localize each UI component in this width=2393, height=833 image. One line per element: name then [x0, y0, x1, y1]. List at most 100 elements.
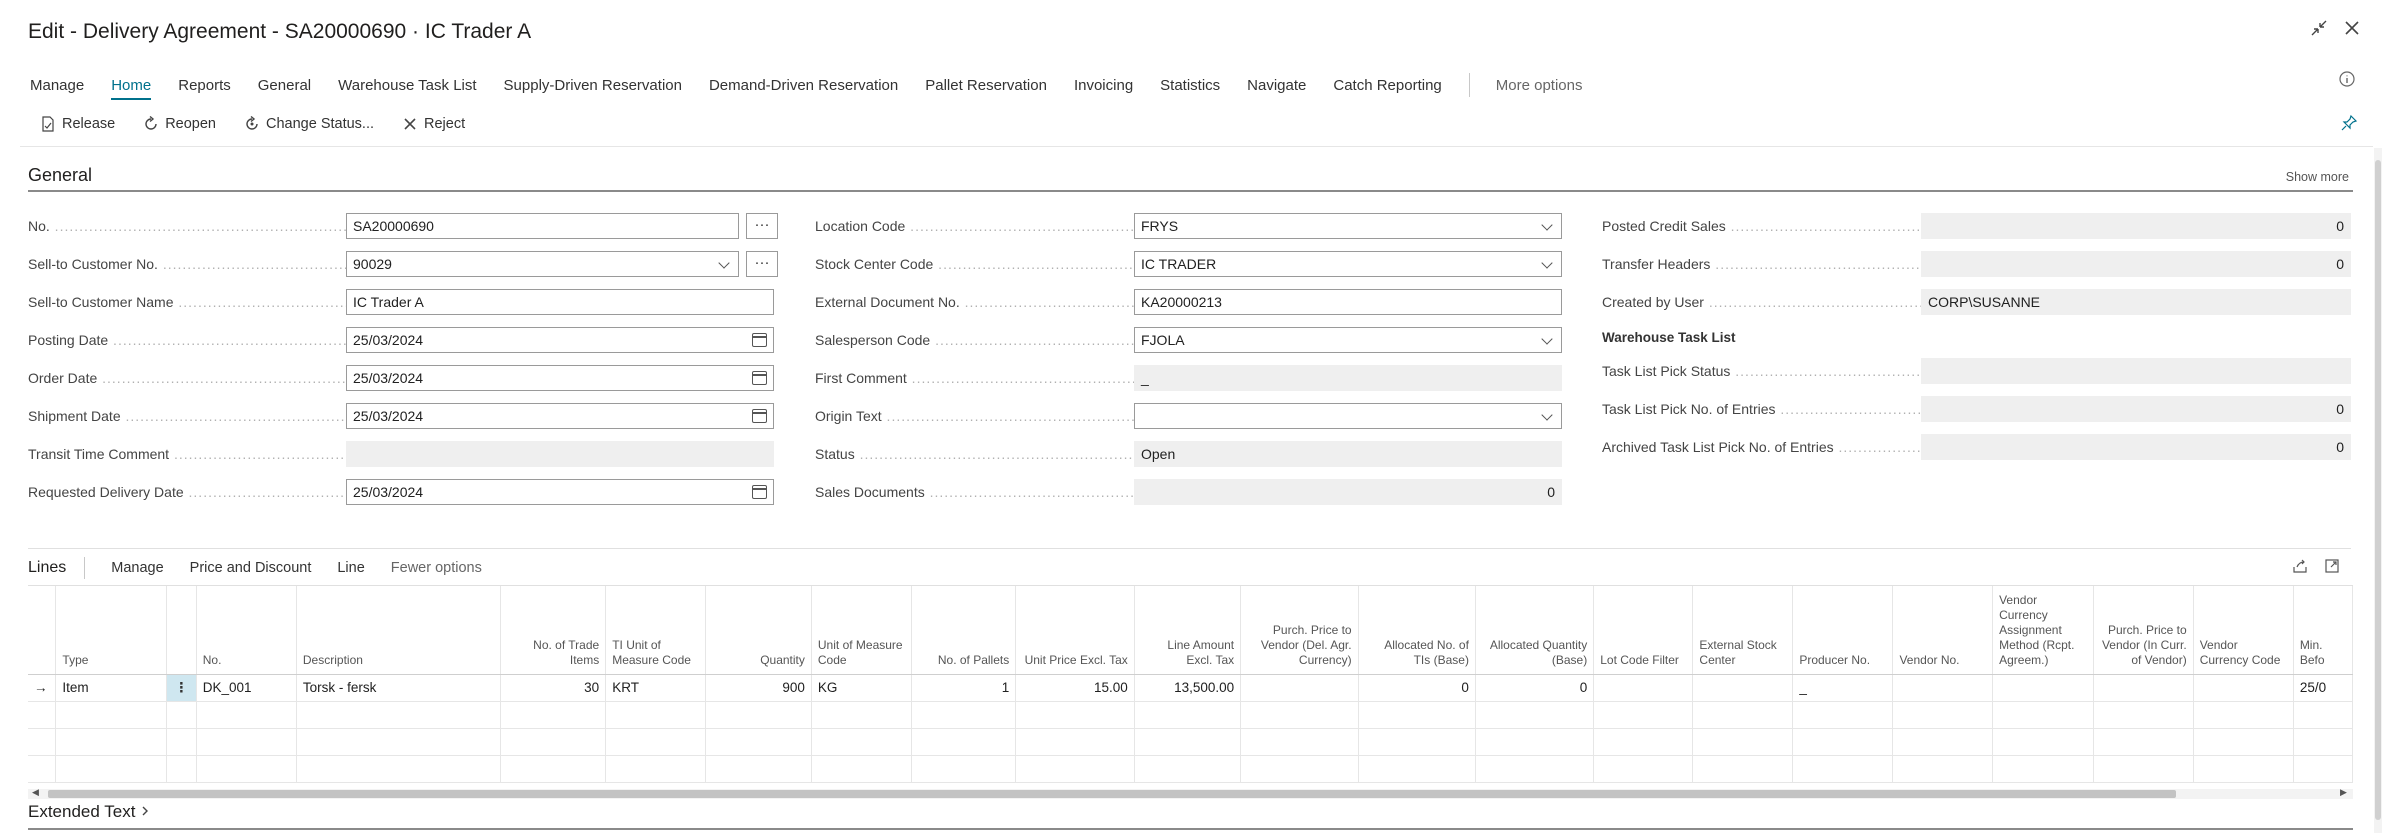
- cell-pallets[interactable]: 1: [911, 674, 1017, 702]
- cell-ti-uom[interactable]: KRT: [605, 674, 707, 702]
- column-header-description[interactable]: Description: [296, 586, 502, 675]
- calendar-icon[interactable]: [752, 485, 767, 499]
- scroll-left-icon[interactable]: ◀: [32, 787, 39, 798]
- column-header-uom[interactable]: Unit of Measure Code: [811, 586, 912, 675]
- expand-icon[interactable]: [2324, 558, 2340, 579]
- column-header-alloc-qty[interactable]: Allocated Quantity (Base): [1475, 586, 1595, 675]
- shipment-date-input[interactable]: 25/03/2024: [346, 403, 774, 429]
- tab-pallet-reservation[interactable]: Pallet Reservation: [925, 77, 1047, 94]
- column-header-lot-code[interactable]: Lot Code Filter: [1593, 586, 1694, 675]
- lines-price-discount-menu[interactable]: Price and Discount: [190, 560, 312, 576]
- table-row[interactable]: [28, 728, 2353, 756]
- column-header-quantity[interactable]: Quantity: [705, 586, 812, 675]
- table-row[interactable]: [28, 755, 2353, 783]
- calendar-icon[interactable]: [752, 333, 767, 347]
- location-code-dropdown[interactable]: FRYS: [1134, 213, 1562, 239]
- cell-alloc-qty[interactable]: 0: [1475, 674, 1595, 702]
- column-header-producer[interactable]: Producer No.: [1792, 586, 1894, 675]
- tab-demand-driven-reservation[interactable]: Demand-Driven Reservation: [709, 77, 898, 94]
- cell-uom[interactable]: KG: [811, 674, 912, 702]
- lookup-button[interactable]: ···: [746, 251, 778, 277]
- salesperson-code-dropdown[interactable]: FJOLA: [1134, 327, 1562, 353]
- cell-description[interactable]: Torsk - fersk: [296, 674, 502, 702]
- transfer-headers-value[interactable]: 0: [1921, 251, 2351, 277]
- column-header-vendor-curr-method[interactable]: Vendor Currency Assignment Method (Rcpt.…: [1992, 586, 2094, 675]
- tab-reports[interactable]: Reports: [178, 77, 231, 94]
- lookup-button[interactable]: ···: [746, 213, 778, 239]
- lines-line-menu[interactable]: Line: [337, 560, 364, 576]
- order-date-input[interactable]: 25/03/2024: [346, 365, 774, 391]
- cell-vendor-curr-method[interactable]: [1992, 674, 2094, 702]
- extended-text-section[interactable]: Extended Text: [28, 802, 150, 822]
- cell-type[interactable]: Item: [55, 674, 167, 702]
- table-row[interactable]: [28, 701, 2353, 729]
- tab-manage[interactable]: Manage: [30, 77, 84, 94]
- cell-trade-items[interactable]: 30: [500, 674, 607, 702]
- no-input[interactable]: SA20000690: [346, 213, 739, 239]
- info-icon[interactable]: [2338, 70, 2358, 90]
- cell-no[interactable]: DK_001: [196, 674, 297, 702]
- lines-manage-menu[interactable]: Manage: [111, 560, 163, 576]
- close-icon[interactable]: [2339, 18, 2365, 44]
- column-header-ext-stock[interactable]: External Stock Center: [1692, 586, 1794, 675]
- collapse-icon[interactable]: [2306, 18, 2332, 44]
- column-header-purch-price[interactable]: Purch. Price to Vendor (Del. Agr. Curren…: [1240, 586, 1359, 675]
- reopen-button[interactable]: Reopen: [143, 116, 216, 132]
- stock-center-code-dropdown[interactable]: IC TRADER: [1134, 251, 1562, 277]
- column-header-type[interactable]: Type: [55, 586, 167, 675]
- fewer-options-button[interactable]: Fewer options: [391, 560, 482, 576]
- more-options-button[interactable]: More options: [1496, 77, 1583, 94]
- cell-lot-code[interactable]: [1593, 674, 1694, 702]
- posting-date-input[interactable]: 25/03/2024: [346, 327, 774, 353]
- table-row[interactable]: → Item ⋮ DK_001 Torsk - fersk 30 KRT 900…: [28, 674, 2353, 702]
- vertical-scrollbar-thumb[interactable]: [2375, 160, 2381, 820]
- change-status-button[interactable]: Change Status...: [244, 116, 374, 132]
- posted-credit-sales-value[interactable]: 0: [1921, 213, 2351, 239]
- origin-text-dropdown[interactable]: [1134, 403, 1562, 429]
- cell-producer[interactable]: _: [1792, 674, 1894, 702]
- tab-supply-driven-reservation[interactable]: Supply-Driven Reservation: [504, 77, 682, 94]
- cell-alloc-tis[interactable]: 0: [1358, 674, 1476, 702]
- requested-delivery-date-input[interactable]: 25/03/2024: [346, 479, 774, 505]
- archived-task-list-pick-entries-value[interactable]: 0: [1921, 434, 2351, 460]
- task-list-pick-entries-value[interactable]: 0: [1921, 396, 2351, 422]
- external-document-no-input[interactable]: KA20000213: [1134, 289, 1562, 315]
- sell-to-customer-no-dropdown[interactable]: 90029: [346, 251, 739, 277]
- column-header-pallets[interactable]: No. of Pallets: [911, 586, 1017, 675]
- column-header-vendor-curr[interactable]: Vendor Currency Code: [2193, 586, 2294, 675]
- cell-purch-price[interactable]: [1240, 674, 1359, 702]
- tab-invoicing[interactable]: Invoicing: [1074, 77, 1133, 94]
- cell-vendor-curr[interactable]: [2193, 674, 2294, 702]
- scrollbar-thumb[interactable]: [48, 790, 2176, 798]
- cell-ext-stock[interactable]: [1692, 674, 1794, 702]
- column-header-no[interactable]: No.: [196, 586, 297, 675]
- calendar-icon[interactable]: [752, 371, 767, 385]
- tab-warehouse-task-list[interactable]: Warehouse Task List: [338, 77, 476, 94]
- column-header-purch-price-curr[interactable]: Purch. Price to Vendor (In Curr. of Vend…: [2093, 586, 2194, 675]
- tab-home[interactable]: Home: [111, 77, 152, 100]
- pin-icon[interactable]: [2340, 114, 2360, 134]
- tab-navigate[interactable]: Navigate: [1247, 77, 1306, 94]
- row-actions-button[interactable]: ⋮: [166, 674, 197, 702]
- column-header-trade-items[interactable]: No. of Trade Items: [500, 586, 607, 675]
- general-section-title[interactable]: General: [28, 165, 92, 186]
- reject-button[interactable]: Reject: [402, 116, 465, 132]
- cell-unit-price[interactable]: 15.00: [1015, 674, 1135, 702]
- sales-documents-value[interactable]: 0: [1134, 479, 1562, 505]
- release-button[interactable]: Release: [40, 116, 115, 132]
- tab-catch-reporting[interactable]: Catch Reporting: [1333, 77, 1441, 94]
- tab-statistics[interactable]: Statistics: [1160, 77, 1220, 94]
- cell-vendor[interactable]: [1892, 674, 1994, 702]
- first-comment-value[interactable]: _: [1134, 365, 1562, 391]
- calendar-icon[interactable]: [752, 409, 767, 423]
- column-header-min-before[interactable]: Min. Befo: [2293, 586, 2353, 675]
- column-header-line-amount[interactable]: Line Amount Excl. Tax: [1134, 586, 1242, 675]
- lines-title[interactable]: Lines: [28, 559, 66, 577]
- scroll-right-icon[interactable]: ▶: [2340, 787, 2347, 798]
- column-header-alloc-tis[interactable]: Allocated No. of TIs (Base): [1358, 586, 1476, 675]
- tab-general[interactable]: General: [258, 77, 311, 94]
- column-header-unit-price[interactable]: Unit Price Excl. Tax: [1015, 586, 1135, 675]
- cell-line-amount[interactable]: 13,500.00: [1134, 674, 1242, 702]
- share-icon[interactable]: [2292, 558, 2308, 579]
- column-header-vendor[interactable]: Vendor No.: [1892, 586, 1994, 675]
